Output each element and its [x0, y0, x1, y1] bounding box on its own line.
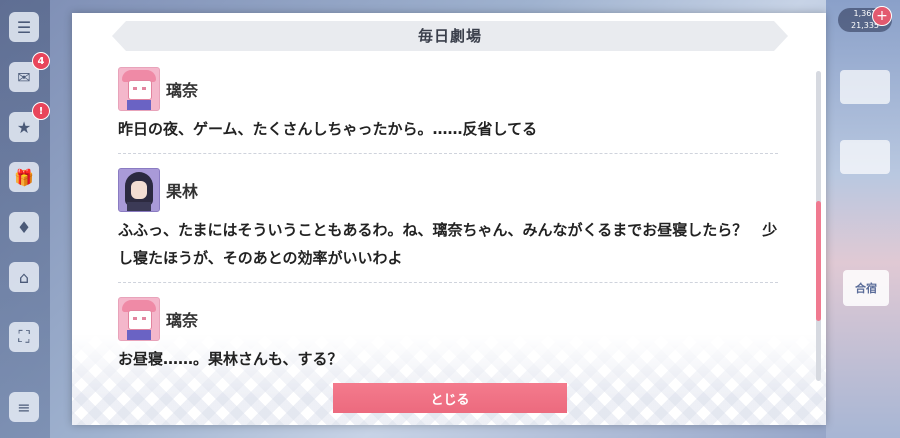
banner-card[interactable] [840, 70, 890, 104]
fullscreen-icon[interactable]: ⛶ [9, 322, 39, 352]
game-sidebar: ☰ ✉ 4 ★ ! 🎁 ♦ ⌂ ⛶ ≡ [0, 0, 50, 438]
background-right [826, 0, 900, 438]
dialog-title: 毎日劇場 [417, 27, 482, 45]
menu-icon[interactable]: ☰ [9, 12, 39, 42]
dialog-log[interactable]: 璃奈 昨日の夜、ゲーム、たくさんしちゃったから。……反省してる 果林 ふふっ、た… [118, 63, 778, 369]
speaker-row: 璃奈 [118, 297, 778, 341]
speaker-name: 璃奈 [166, 311, 199, 330]
handshake-icon[interactable]: ♦ [9, 212, 39, 242]
karin-avatar-icon [118, 168, 160, 212]
gift-icon[interactable]: 🎁 [9, 162, 39, 192]
shop-icon[interactable]: ⌂ [9, 262, 39, 292]
speaker-row: 璃奈 [118, 67, 778, 111]
banner-card[interactable] [840, 140, 890, 174]
dialog-entry: 璃奈 お昼寝……。果林さんも、する？ [118, 293, 778, 369]
scrollbar[interactable] [816, 71, 821, 381]
speaker-name: 璃奈 [166, 81, 199, 100]
dialog-text: お昼寝……。果林さんも、する？ [118, 350, 343, 368]
dialog-title-bar: 毎日劇場 [112, 21, 788, 51]
gasshuku-button[interactable]: 合宿 [843, 270, 889, 306]
bottom-menu-icon[interactable]: ≡ [9, 392, 39, 422]
dialog-text: 昨日の夜、ゲーム、たくさんしちゃったから。……反省してる [118, 120, 538, 138]
daily-theater-dialog: 毎日劇場 璃奈 昨日の夜、ゲーム、たくさんしちゃったから。……反省してる 果林 … [72, 13, 826, 425]
notification-badge: 4 [32, 52, 50, 70]
close-button[interactable]: とじる [333, 383, 567, 413]
scroll-thumb[interactable] [816, 201, 821, 321]
alert-badge: ! [32, 102, 50, 120]
dialog-text: ふふっ、たまにはそういうこともあるわ。ね、璃奈ちゃん、みんながくるまでお昼寝した… [118, 221, 778, 267]
dialog-entry: 果林 ふふっ、たまにはそういうこともあるわ。ね、璃奈ちゃん、みんながくるまでお昼… [118, 164, 778, 283]
speaker-name: 果林 [166, 182, 199, 201]
rina-avatar-icon [118, 67, 160, 111]
rina-avatar-icon [118, 297, 160, 341]
dialog-entry: 璃奈 昨日の夜、ゲーム、たくさんしちゃったから。……反省してる [118, 63, 778, 154]
speaker-row: 果林 [118, 168, 778, 212]
add-currency-icon[interactable]: + [872, 6, 892, 26]
